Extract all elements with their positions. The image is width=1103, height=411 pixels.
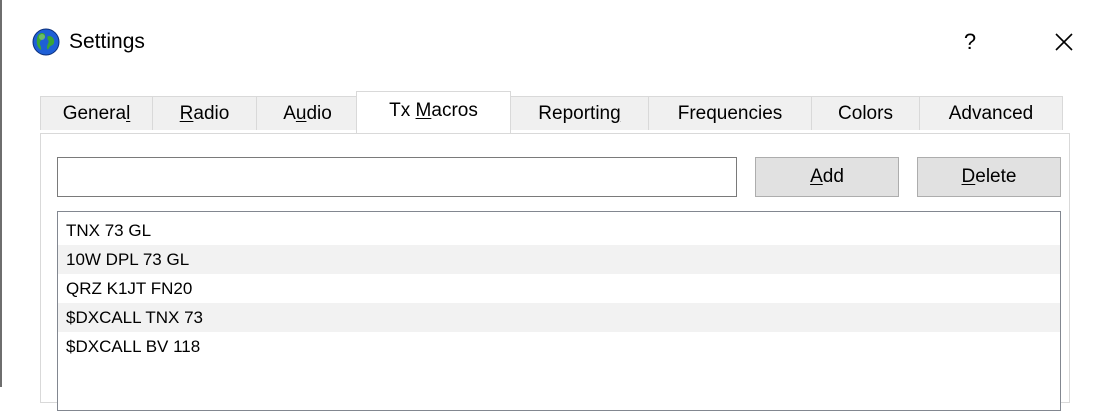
tab-label: Reportin (538, 103, 611, 124)
help-button[interactable]: ? (950, 24, 990, 60)
tab-reporting[interactable]: Reporting (510, 96, 649, 130)
tab-tx-macros[interactable]: Tx Macros (356, 91, 511, 133)
list-item[interactable]: $DXCALL BV 118 (58, 332, 1060, 361)
tab-radio[interactable]: Radio (152, 96, 257, 130)
tab-general[interactable]: General (40, 96, 153, 130)
tab-strip: General Radio Audio Tx Macros Reporting … (40, 91, 1070, 134)
tab-mnemonic: u (295, 103, 307, 124)
add-button[interactable]: Add (755, 157, 899, 197)
button-mnemonic: A (810, 166, 823, 187)
tab-label: Genera (62, 103, 127, 124)
tab-mnemonic: l (126, 103, 131, 124)
title-bar: Settings ? (2, 0, 1103, 80)
delete-button[interactable]: Delete (917, 157, 1061, 197)
tab-label: acros (431, 100, 478, 121)
tab-frequencies[interactable]: Frequencies (648, 96, 812, 130)
tab-label: Tx (389, 100, 416, 121)
close-button[interactable] (1044, 22, 1084, 62)
tx-macros-panel: Add Delete TNX 73 GL 10W DPL 73 GL QRZ K… (40, 133, 1070, 411)
list-item[interactable]: QRZ K1JT FN20 (58, 274, 1060, 303)
list-item[interactable]: 10W DPL 73 GL (58, 245, 1060, 274)
window-title: Settings (69, 30, 145, 53)
tab-mnemonic: R (179, 103, 194, 124)
close-icon (1055, 33, 1073, 51)
tab-label: adio (193, 103, 230, 124)
button-label: dd (822, 166, 844, 187)
tab-label: Frequencies (677, 103, 783, 124)
tab-advanced[interactable]: Advanced (919, 96, 1063, 130)
globe-icon (32, 28, 60, 56)
tab-mnemonic: M (415, 100, 432, 121)
tab-audio[interactable]: Audio (256, 96, 359, 130)
list-item[interactable]: $DXCALL TNX 73 (58, 303, 1060, 332)
macro-list[interactable]: TNX 73 GL 10W DPL 73 GL QRZ K1JT FN20 $D… (57, 211, 1061, 411)
button-label: elete (975, 166, 1017, 187)
tab-colors[interactable]: Colors (811, 96, 920, 130)
tab-mnemonic: g (610, 103, 621, 124)
macro-input[interactable] (57, 157, 737, 197)
button-mnemonic: D (961, 166, 976, 187)
tab-label: A (283, 103, 296, 124)
tab-label: Colors (838, 103, 893, 124)
list-item[interactable]: TNX 73 GL (58, 216, 1060, 245)
tab-label: dio (306, 103, 332, 124)
tab-label: Advanced (948, 103, 1034, 124)
